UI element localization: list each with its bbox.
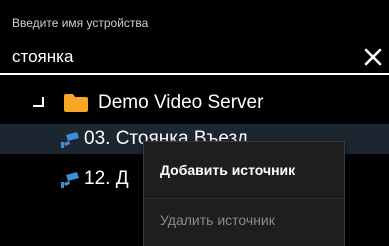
context-menu: Добавить источник Удалить источник [143, 141, 345, 246]
camera-label: 12. Д [84, 168, 129, 189]
expanded-icon[interactable] [32, 96, 44, 108]
add-source-menu-item[interactable]: Добавить источник [144, 150, 344, 190]
folder-icon [64, 94, 88, 112]
server-label: Demo Video Server [98, 92, 264, 113]
camera-icon [61, 132, 79, 148]
search-field-label: Введите имя устройства [12, 16, 149, 30]
search-underline [0, 73, 389, 75]
device-tree-panel: Введите имя устройства Demo Video Server [0, 0, 389, 246]
menu-divider [144, 198, 344, 199]
device-search-box: Введите имя устройства [0, 0, 389, 80]
remove-source-menu-item[interactable]: Удалить источник [144, 200, 344, 240]
tree-node-server[interactable]: Demo Video Server [0, 88, 389, 118]
camera-icon [61, 172, 79, 188]
close-icon [364, 48, 382, 66]
clear-search-button[interactable] [360, 44, 386, 70]
search-input[interactable] [12, 44, 352, 70]
